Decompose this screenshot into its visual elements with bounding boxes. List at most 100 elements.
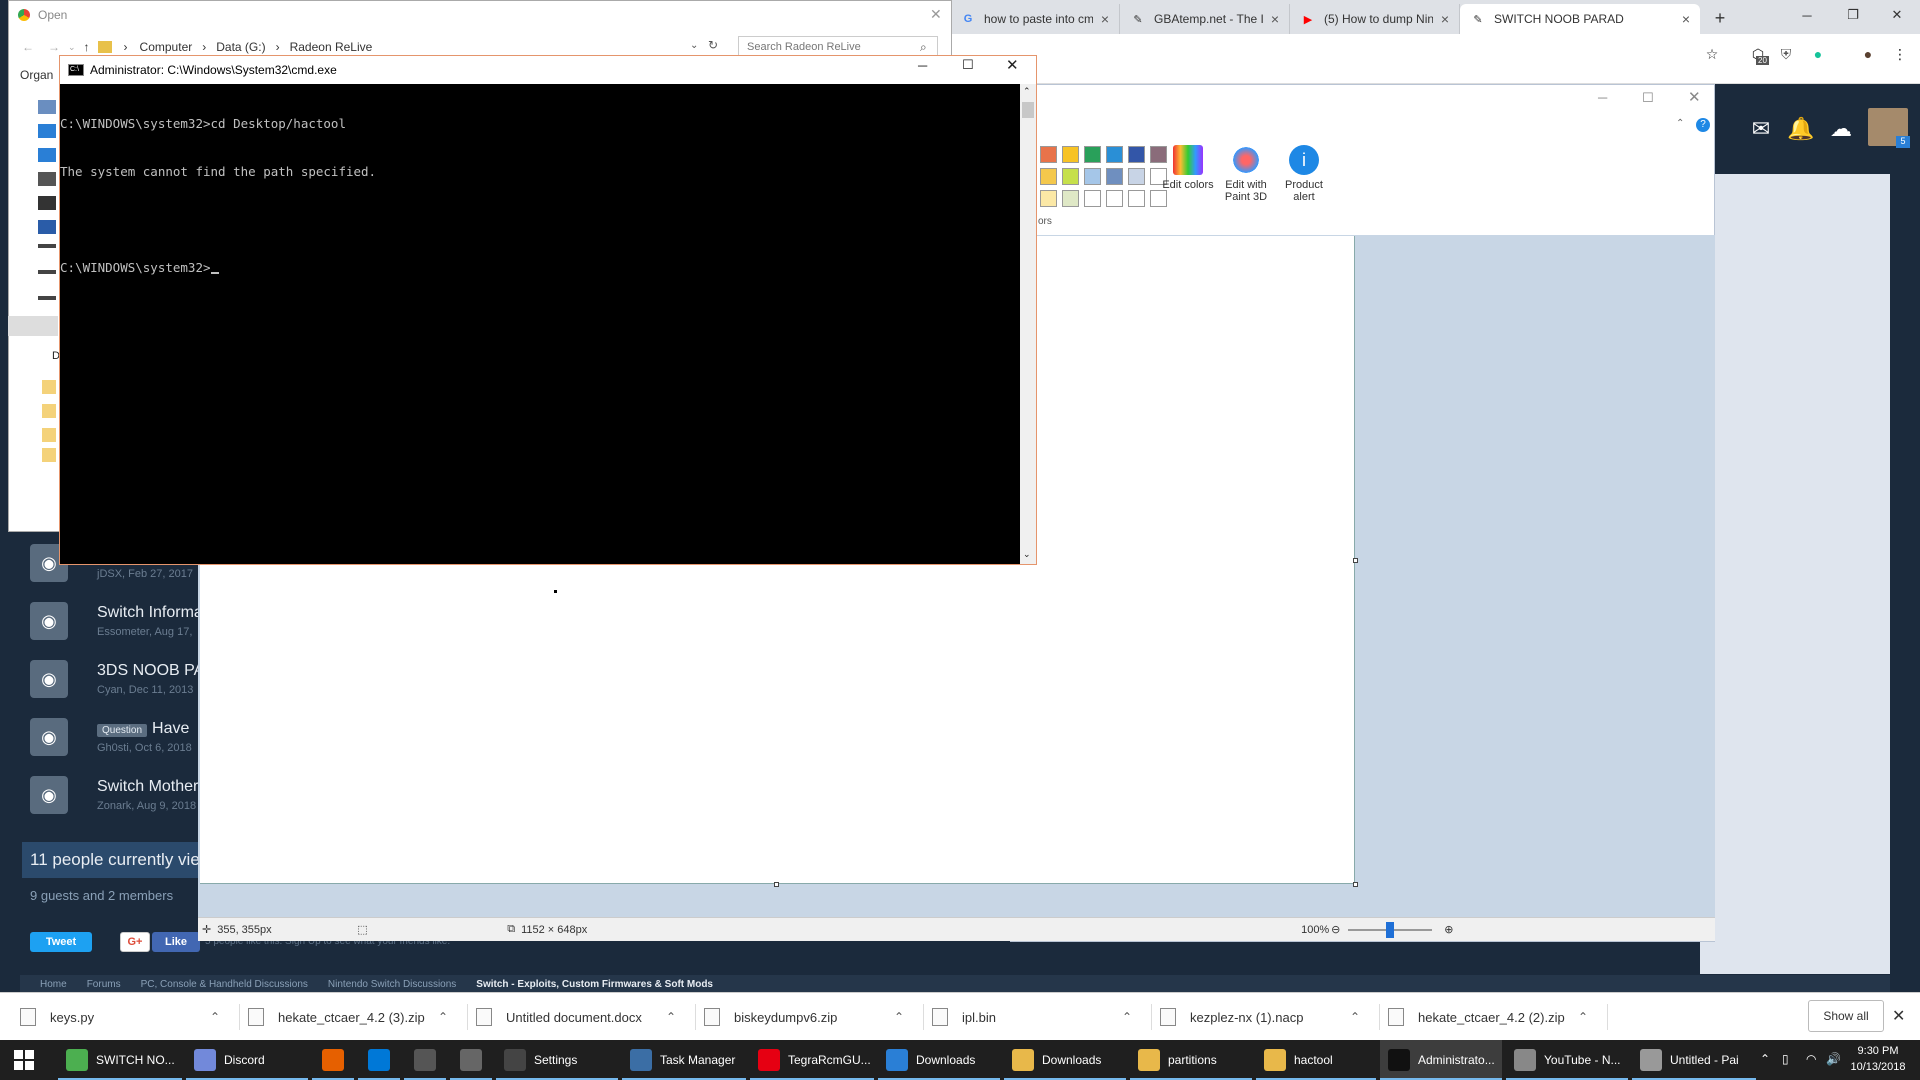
maximize-icon[interactable]: ☐	[1642, 90, 1654, 106]
forward-icon[interactable]: →	[48, 40, 60, 54]
path-segment[interactable]: Data (G:)	[216, 40, 265, 54]
close-tab-icon[interactable]: ×	[1682, 11, 1690, 27]
minimize-icon[interactable]: ─	[1784, 0, 1830, 30]
breadcrumb-item[interactable]: Nintendo Switch Discussions	[328, 979, 456, 990]
thread-item[interactable]: ◉ 3DS NOOB PA Cyan, Dec 11, 2013	[22, 656, 204, 704]
nav-item-icon[interactable]	[38, 270, 56, 274]
resize-handle[interactable]	[1353, 882, 1358, 887]
thread-item[interactable]: ◉ Question Have Gh0sti, Oct 6, 2018	[22, 714, 202, 762]
thread-title[interactable]: Switch Mother	[97, 778, 198, 796]
palette-swatch[interactable]	[1106, 146, 1123, 163]
taskbar-item[interactable]: Settings	[496, 1040, 618, 1080]
help-icon[interactable]: ?	[1696, 118, 1710, 132]
browser-tab[interactable]: Ghow to paste into cmd ×	[950, 4, 1120, 34]
browser-tab[interactable]: ▶ (5) How to dump Ninte ×	[1290, 4, 1460, 34]
download-item[interactable]: hekate_ctcaer_4.2 (2).zip ⌃	[1388, 1004, 1608, 1030]
zoom-slider[interactable]	[1348, 921, 1433, 938]
browser-tab[interactable]: ✎ SWITCH NOOB PARAD ×	[1460, 4, 1700, 34]
show-all-button[interactable]: Show all	[1808, 1000, 1884, 1032]
taskbar-item[interactable]: Administrato...	[1380, 1040, 1502, 1080]
browser-tab[interactable]: ✎ GBAtemp.net - The Ind ×	[1120, 4, 1290, 34]
close-icon[interactable]: ✕	[1688, 88, 1701, 106]
palette-swatch[interactable]	[1062, 146, 1079, 163]
folder-icon[interactable]	[42, 428, 56, 442]
taskbar-item[interactable]	[404, 1040, 446, 1080]
folder-icon[interactable]	[42, 380, 56, 394]
taskbar-item[interactable]	[358, 1040, 400, 1080]
search-icon[interactable]: ⌕	[920, 40, 927, 55]
close-icon[interactable]: ✕	[1874, 0, 1920, 30]
path-segment[interactable]: Computer	[140, 40, 193, 54]
thread-title[interactable]: Question Have	[97, 720, 189, 738]
palette-swatch[interactable]	[1128, 168, 1145, 185]
close-icon[interactable]: ✕	[1892, 1006, 1905, 1026]
minimize-icon[interactable]: ─	[918, 58, 927, 73]
history-dropdown-icon[interactable]: ⌄	[68, 42, 76, 53]
breadcrumb-current[interactable]: Switch - Exploits, Custom Firmwares & So…	[476, 979, 713, 990]
taskbar-item[interactable]	[312, 1040, 354, 1080]
folder-icon[interactable]	[42, 448, 56, 462]
zoom-in-icon[interactable]: ⊕	[1444, 923, 1453, 936]
taskbar-item[interactable]: SWITCH NO...	[58, 1040, 182, 1080]
chevron-up-icon[interactable]: ⌃	[894, 1010, 914, 1024]
chevron-up-icon[interactable]: ⌃	[666, 1010, 686, 1024]
close-icon[interactable]: ✕	[1006, 56, 1019, 74]
thread-title[interactable]: 3DS NOOB PA	[97, 662, 204, 680]
thread-avatar[interactable]: ◉	[30, 660, 68, 698]
edit-colors-button[interactable]: Edit colors	[1162, 145, 1214, 213]
scroll-thumb[interactable]	[1022, 102, 1034, 118]
new-tab-button[interactable]: +	[1708, 4, 1732, 32]
close-tab-icon[interactable]: ×	[1441, 11, 1449, 27]
product-alert-button[interactable]: i Product alert	[1278, 145, 1330, 213]
thread-avatar[interactable]: ◉	[30, 776, 68, 814]
taskbar-item[interactable]: Downloads	[878, 1040, 1000, 1080]
palette-swatch[interactable]	[1128, 146, 1145, 163]
path-segment[interactable]: Radeon ReLive	[290, 40, 373, 54]
facebook-like-button[interactable]: Like	[152, 932, 200, 952]
thread-title[interactable]: Switch Informa	[97, 604, 203, 622]
bookmark-star-icon[interactable]: ☆	[1700, 42, 1724, 66]
restore-icon[interactable]: ❐	[1830, 0, 1876, 30]
scroll-up-icon[interactable]: ⌃	[1023, 86, 1031, 97]
back-icon[interactable]: ←	[22, 40, 34, 54]
resize-handle[interactable]	[774, 882, 779, 887]
taskbar-item[interactable]: Task Manager	[622, 1040, 746, 1080]
nav-item-icon[interactable]	[38, 244, 56, 248]
chevron-up-icon[interactable]: ⌃	[1122, 1010, 1142, 1024]
nav-item-icon[interactable]	[38, 100, 56, 114]
zoom-slider-thumb[interactable]	[1386, 921, 1395, 938]
taskbar-item[interactable]: partitions	[1130, 1040, 1252, 1080]
nav-item-icon[interactable]	[38, 124, 56, 138]
thread-item[interactable]: ◉ Switch Mother Zonark, Aug 9, 2018	[22, 772, 202, 820]
palette-swatch[interactable]	[1040, 190, 1057, 207]
tweet-button[interactable]: Tweet	[30, 932, 92, 952]
palette-swatch[interactable]	[1106, 168, 1123, 185]
download-item[interactable]: Untitled document.docx ⌃	[476, 1004, 696, 1030]
chevron-up-icon[interactable]: ⌃	[438, 1010, 458, 1024]
palette-swatch[interactable]	[1084, 190, 1101, 207]
volume-icon[interactable]: 🔊	[1826, 1052, 1841, 1066]
taskbar-item[interactable]: TegraRcmGU...	[750, 1040, 874, 1080]
start-button[interactable]	[14, 1050, 34, 1070]
breadcrumb-item[interactable]: Forums	[87, 979, 121, 990]
download-item[interactable]: ipl.bin ⌃	[932, 1004, 1152, 1030]
thread-item[interactable]: ◉ Switch Informa Essometer, Aug 17,	[22, 598, 203, 646]
collapse-ribbon-icon[interactable]: ⌃	[1676, 118, 1684, 129]
edit-with-paint3d-button[interactable]: Edit with Paint 3D	[1218, 145, 1274, 213]
profile-icon[interactable]: ●	[1856, 42, 1880, 66]
palette-swatch[interactable]	[1040, 168, 1057, 185]
maximize-icon[interactable]: ☐	[962, 57, 974, 73]
scroll-down-icon[interactable]: ⌄	[1023, 549, 1031, 560]
tray-expand-icon[interactable]: ⌃	[1760, 1052, 1770, 1066]
refresh-icon[interactable]: ↻	[708, 38, 718, 52]
grammarly-icon[interactable]: ●	[1806, 42, 1830, 66]
chevron-up-icon[interactable]: ⌃	[210, 1010, 230, 1024]
breadcrumb-item[interactable]: PC, Console & Handheld Discussions	[141, 979, 308, 990]
close-icon[interactable]: ✕	[930, 6, 942, 23]
thread-avatar[interactable]: ◉	[30, 718, 68, 756]
cmd-scrollbar[interactable]: ⌃ ⌄	[1020, 84, 1036, 564]
palette-swatch[interactable]	[1062, 190, 1079, 207]
nav-item-icon[interactable]	[38, 296, 56, 300]
cmd-console[interactable]: C:\WINDOWS\system32>cd Desktop/hactool T…	[60, 84, 1020, 564]
mail-icon[interactable]: ✉	[1746, 115, 1776, 143]
